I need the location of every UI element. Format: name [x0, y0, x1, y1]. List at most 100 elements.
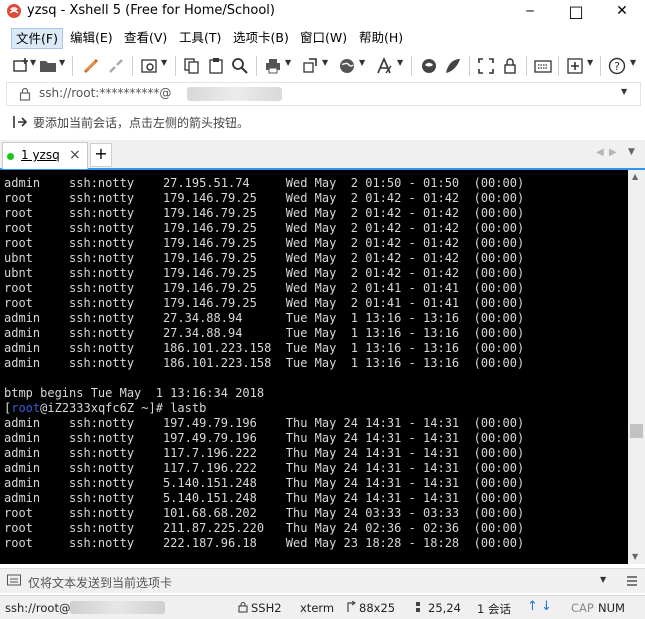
- add-icon: [567, 58, 583, 74]
- terminal-line: ubnt ssh:notty 179.146.79.25 Wed May 2 0…: [4, 251, 525, 265]
- print-button[interactable]: [262, 55, 284, 77]
- xshell-button[interactable]: [418, 55, 440, 77]
- chevron-down-icon[interactable]: ▼: [600, 575, 606, 584]
- fullscreen-button[interactable]: [475, 55, 497, 77]
- address-bar[interactable]: ssh://root:**********@ ▼: [6, 82, 641, 106]
- status-cursor: 25,24: [428, 601, 461, 615]
- minimize-button[interactable]: ─: [507, 0, 553, 22]
- toolbar-separator: [558, 56, 559, 76]
- chevron-down-icon[interactable]: ▼: [161, 58, 167, 67]
- xftp-button[interactable]: [442, 55, 464, 77]
- keyboard-icon: [7, 574, 21, 586]
- tab-scroll-left-icon[interactable]: ◀: [596, 147, 604, 158]
- scroll-up-icon[interactable]: ▲: [632, 172, 638, 181]
- chevron-down-icon[interactable]: ▼: [59, 58, 65, 67]
- menu-view[interactable]: 查看(V): [120, 28, 171, 47]
- maximize-button[interactable]: □: [553, 0, 599, 22]
- keyboard-icon: [534, 60, 552, 73]
- printer-icon: [266, 59, 280, 74]
- new-session-button[interactable]: [10, 55, 32, 77]
- redacted-host: [187, 87, 282, 101]
- address-text: ssh://root:**********@: [39, 86, 172, 100]
- status-sessions: 1 会话: [477, 602, 511, 616]
- chevron-down-icon[interactable]: ▼: [630, 58, 636, 67]
- toolbar-separator: [600, 56, 601, 76]
- copy-button[interactable]: [181, 55, 203, 77]
- chevron-down-icon[interactable]: ▼: [397, 58, 403, 67]
- link-icon: [83, 58, 99, 74]
- find-button[interactable]: [229, 55, 251, 77]
- arrow-down-icon[interactable]: ↓: [541, 599, 552, 614]
- menu-tools[interactable]: 工具(T): [175, 28, 225, 47]
- terminal-line: admin ssh:notty 27.195.51.74 Wed May 2 0…: [4, 176, 525, 190]
- terminal-line: admin ssh:notty 117.7.196.222 Thu May 24…: [4, 461, 525, 475]
- chevron-down-icon[interactable]: ▼: [359, 58, 365, 67]
- arrow-up-icon[interactable]: ↑: [527, 599, 538, 614]
- help-icon: ?: [608, 57, 626, 75]
- terminal-line: admin ssh:notty 186.101.223.158 Tue May …: [4, 356, 525, 370]
- status-caps: CAP: [571, 601, 594, 615]
- compose-bar[interactable]: 仅将文本发送到当前选项卡 ▼: [0, 568, 645, 593]
- transfer-button[interactable]: [299, 55, 321, 77]
- terminal-output[interactable]: admin ssh:notty 27.195.51.74 Wed May 2 0…: [0, 170, 628, 564]
- terminal-line: btmp begins Tue May 1 13:16:34 2018: [4, 386, 265, 400]
- terminal-line: root ssh:notty 101.68.68.202 Thu May 24 …: [4, 506, 525, 520]
- chevron-down-icon[interactable]: ▼: [587, 58, 593, 67]
- menu-help[interactable]: 帮助(H): [355, 28, 407, 47]
- resize-icon: [347, 601, 356, 612]
- disconnect-button[interactable]: [105, 55, 127, 77]
- menu-file[interactable]: 文件(F): [11, 28, 63, 49]
- new-tab-button[interactable]: +: [90, 143, 112, 167]
- terminal-line: ubnt ssh:notty 179.146.79.25 Wed May 2 0…: [4, 266, 525, 280]
- tab-yzsq[interactable]: 1 yzsq ×: [2, 142, 88, 169]
- menu-edit[interactable]: 编辑(E): [66, 28, 117, 47]
- scroll-down-icon[interactable]: ▼: [632, 552, 638, 561]
- paste-button[interactable]: [205, 55, 227, 77]
- arrow-right-icon[interactable]: [12, 114, 28, 130]
- menu-icon[interactable]: [626, 575, 638, 587]
- globe-button[interactable]: [336, 55, 358, 77]
- prompt-host: @iZ2333xqfc6Z ~: [40, 401, 149, 415]
- window-title: yzsq - Xshell 5 (Free for Home/School): [27, 3, 275, 18]
- help-button[interactable]: ?: [606, 55, 628, 77]
- menu-tabs[interactable]: 选项卡(B): [229, 28, 293, 47]
- session-hint-bar: 要添加当前会话，点击左侧的箭头按钮。: [0, 110, 645, 134]
- close-icon[interactable]: ×: [69, 147, 81, 163]
- tab-list-icon[interactable]: ▼: [628, 147, 635, 157]
- terminal-line: admin ssh:notty 27.34.88.94 Tue May 1 13…: [4, 326, 525, 340]
- lock-button[interactable]: [499, 55, 521, 77]
- open-button[interactable]: [37, 55, 59, 77]
- lock-icon: [19, 87, 31, 101]
- chevron-down-icon[interactable]: ▼: [285, 58, 291, 67]
- settings-icon: [141, 59, 157, 73]
- terminal-line: root ssh:notty 179.146.79.25 Wed May 2 0…: [4, 236, 525, 250]
- unlink-icon: [109, 59, 123, 73]
- terminal-line: root ssh:notty 179.146.79.25 Wed May 2 0…: [4, 221, 525, 235]
- prompt-user: root: [11, 401, 41, 415]
- font-button[interactable]: [373, 55, 395, 77]
- terminal-line: root ssh:notty 179.146.79.25 Wed May 2 0…: [4, 296, 525, 310]
- properties-button[interactable]: [138, 55, 160, 77]
- add-button[interactable]: [564, 55, 586, 77]
- status-bar: ssh://root@ SSH2 xterm 88x25 25,24 1 会话 …: [0, 595, 645, 619]
- close-button[interactable]: ✕: [599, 0, 645, 22]
- menu-window[interactable]: 窗口(W): [296, 28, 351, 47]
- font-icon: [377, 57, 392, 74]
- tab-scroll-right-icon[interactable]: ▶: [609, 147, 617, 158]
- redacted-host: [70, 601, 165, 614]
- reconnect-button[interactable]: [80, 55, 102, 77]
- tab-label: 1 yzsq: [21, 148, 60, 162]
- chevron-down-icon[interactable]: ▼: [322, 58, 328, 67]
- terminal-scrollbar[interactable]: ▲ ▼: [628, 170, 645, 564]
- lock-icon: [238, 601, 248, 613]
- copy-icon: [184, 58, 199, 74]
- cursor-position-icon: [416, 602, 420, 612]
- chevron-down-icon[interactable]: ▼: [30, 58, 36, 67]
- terminal-line: admin ssh:notty 197.49.79.196 Thu May 24…: [4, 431, 525, 445]
- keyboard-button[interactable]: [532, 55, 554, 77]
- toolbar-separator: [175, 56, 176, 76]
- toolbar-separator: [411, 56, 412, 76]
- scrollbar-thumb[interactable]: [630, 424, 643, 438]
- chevron-down-icon[interactable]: ▼: [621, 87, 627, 96]
- lock-icon: [504, 58, 516, 74]
